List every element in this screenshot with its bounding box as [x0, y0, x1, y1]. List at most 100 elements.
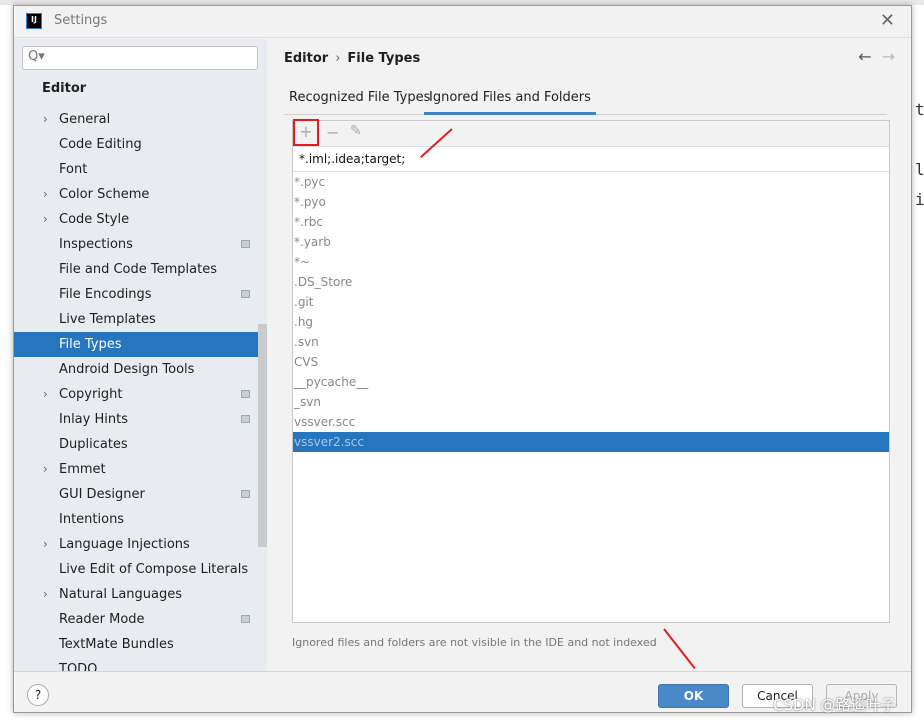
sidebar-scrollbar[interactable] [258, 324, 267, 547]
list-item[interactable]: *.rbc [293, 212, 889, 232]
sidebar-item-label: Copyright [59, 387, 123, 402]
sidebar-item-gui-designer[interactable]: GUI Designer [14, 482, 267, 507]
sidebar-item-language-injections[interactable]: › Language Injections [14, 532, 267, 557]
settings-dialog: IJ Settings ✕ Q▾ Editor › General Code Edi… [13, 5, 912, 713]
edit-icon[interactable]: ✎ [350, 123, 362, 139]
sidebar-item-label: Inspections [59, 237, 133, 252]
sidebar-item-intentions[interactable]: Intentions [14, 507, 267, 532]
toolbar: + − ✎ [293, 119, 889, 146]
chevron-right-icon[interactable]: › [43, 582, 48, 607]
project-scope-icon [241, 240, 250, 248]
chevron-right-icon[interactable]: › [43, 107, 48, 132]
forward-arrow-icon[interactable]: → [882, 47, 895, 66]
sidebar-item-file-encodings[interactable]: File Encodings [14, 282, 267, 307]
remove-icon[interactable]: − [326, 123, 339, 142]
breadcrumb: Editor › File Types [284, 51, 420, 66]
sidebar-item-code-editing[interactable]: Code Editing [14, 132, 267, 157]
help-button[interactable]: ? [27, 684, 49, 706]
sidebar-item-inlay-hints[interactable]: Inlay Hints [14, 407, 267, 432]
chevron-right-icon[interactable]: › [43, 532, 48, 557]
sidebar-item-android-design-tools[interactable]: Android Design Tools [14, 357, 267, 382]
project-scope-icon [241, 490, 250, 498]
sidebar-item-label: File Types [59, 337, 122, 352]
sidebar-section-editor: Editor [42, 81, 87, 96]
sidebar-item-label: GUI Designer [59, 487, 145, 502]
sidebar-item-label: TODO [59, 662, 98, 671]
list-item[interactable]: CVS [293, 352, 889, 372]
list-item[interactable]: *~ [293, 252, 889, 272]
list-item[interactable]: vssver.scc [293, 412, 889, 432]
sidebar-item-label: Emmet [59, 462, 106, 477]
window-title: Settings [54, 13, 108, 28]
tab-bar: Recognized File Types Ignored Files and … [284, 87, 887, 115]
app-logo: IJ [26, 13, 42, 29]
project-scope-icon [241, 290, 250, 298]
watermark: CSDN @路遥叶子 [773, 696, 896, 714]
sidebar-item-natural-languages[interactable]: › Natural Languages [14, 582, 267, 607]
sidebar-item-label: Language Injections [59, 537, 190, 552]
list-item[interactable]: .hg [293, 312, 889, 332]
list-item[interactable]: .git [293, 292, 889, 312]
ignored-panel: + − ✎ *.iml;.idea;target; *.pyc *.pyo *.rb… [292, 119, 890, 623]
sidebar-item-label: Reader Mode [59, 612, 145, 627]
sidebar-item-label: File and Code Templates [59, 262, 217, 277]
search-input[interactable]: Q▾ [22, 46, 258, 70]
sidebar-item-label: Natural Languages [59, 587, 183, 602]
sidebar-item-label: Android Design Tools [59, 362, 195, 377]
background-code: i [915, 190, 924, 209]
breadcrumb-parent[interactable]: Editor [284, 51, 328, 66]
sidebar-item-inspections[interactable]: Inspections [14, 232, 267, 257]
sidebar-item-label: Font [59, 162, 88, 177]
sidebar-item-color-scheme[interactable]: › Color Scheme [14, 182, 267, 207]
list-item[interactable]: *.yarb [293, 232, 889, 252]
sidebar-item-label: Code Style [59, 212, 130, 227]
sidebar-item-label: Live Edit of Compose Literals [59, 562, 249, 577]
chevron-right-icon[interactable]: › [43, 207, 48, 232]
back-arrow-icon[interactable]: ← [858, 47, 871, 66]
list-item[interactable]: __pycache__ [293, 372, 889, 392]
sidebar-item-general[interactable]: › General [14, 107, 267, 132]
sidebar-item-copyright[interactable]: › Copyright [14, 382, 267, 407]
sidebar-item-label: Code Editing [59, 137, 142, 152]
sidebar-item-emmet[interactable]: › Emmet [14, 457, 267, 482]
sidebar-item-label: Intentions [59, 512, 125, 527]
ignore-pattern-input[interactable]: *.iml;.idea;target; [293, 146, 889, 172]
sidebar-item-label: General [59, 112, 111, 127]
sidebar-item-file-types[interactable]: File Types [14, 332, 267, 357]
main-panel: Editor › File Types ← → Recognized File Typ… [268, 39, 911, 671]
sidebar-item-label: File Encodings [59, 287, 152, 302]
list-item[interactable]: *.pyo [293, 192, 889, 212]
search-icon: Q▾ [28, 49, 45, 64]
sidebar-item-label: Live Templates [59, 312, 156, 327]
add-icon[interactable]: + [293, 119, 319, 146]
sidebar-item-reader-mode[interactable]: Reader Mode [14, 607, 267, 632]
breadcrumb-separator: › [335, 51, 341, 66]
ok-button[interactable]: OK [658, 684, 729, 708]
sidebar-item-label: Duplicates [59, 437, 128, 452]
list-item[interactable]: vssver2.scc [293, 432, 889, 452]
tab-recognized-file-types[interactable]: Recognized File Types [289, 90, 430, 105]
list-item[interactable]: .svn [293, 332, 889, 352]
sidebar-item-duplicates[interactable]: Duplicates [14, 432, 267, 457]
list-item[interactable]: .DS_Store [293, 272, 889, 292]
chevron-right-icon[interactable]: › [43, 457, 48, 482]
sidebar-item-live-templates[interactable]: Live Templates [14, 307, 267, 332]
list-item[interactable]: *.pyc [293, 172, 889, 192]
page-title: File Types [347, 51, 421, 66]
list-item[interactable]: _svn [293, 392, 889, 412]
sidebar-item-font[interactable]: Font [14, 157, 267, 182]
sidebar-item-textmate-bundles[interactable]: TextMate Bundles [14, 632, 267, 657]
sidebar-item-live-edit-of-compose-literals[interactable]: Live Edit of Compose Literals [14, 557, 267, 582]
close-icon[interactable]: ✕ [880, 10, 895, 31]
tab-ignored-files[interactable]: Ignored Files and Folders [424, 90, 596, 115]
project-scope-icon [241, 615, 250, 623]
chevron-right-icon[interactable]: › [43, 182, 48, 207]
sidebar-item-file-and-code-templates[interactable]: File and Code Templates [14, 257, 267, 282]
chevron-right-icon[interactable]: › [43, 382, 48, 407]
sidebar-item-code-style[interactable]: › Code Style [14, 207, 267, 232]
background-code: l [915, 160, 924, 179]
sidebar-item-todo[interactable]: TODO [14, 657, 267, 671]
hint-text: Ignored files and folders are not visibl… [292, 636, 657, 649]
sidebar-item-label: TextMate Bundles [59, 637, 174, 652]
background-code: t [915, 100, 924, 119]
